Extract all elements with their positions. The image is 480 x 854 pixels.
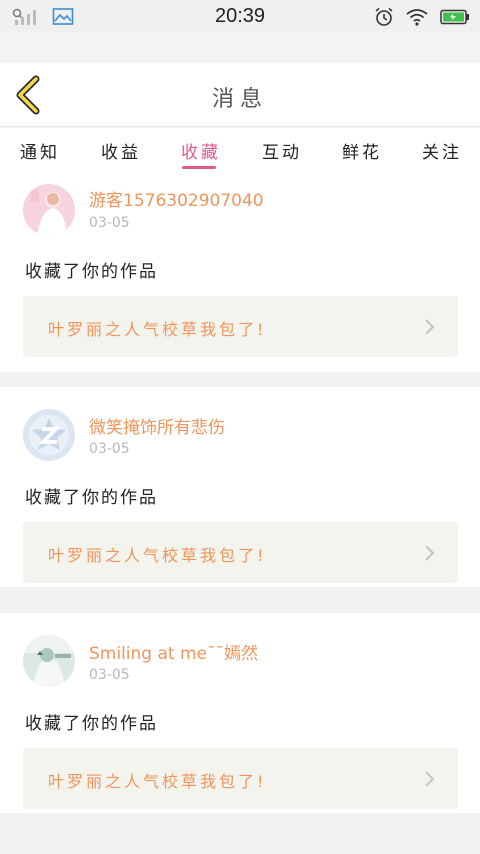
- tab-bar: 通知 收益 收藏 互动 鲜花 关注: [0, 128, 480, 172]
- tab-flowers[interactable]: 鲜花: [342, 138, 382, 163]
- work-title: 叶罗丽之人气校草我包了!: [48, 772, 267, 791]
- tab-earnings[interactable]: 收益: [101, 138, 141, 163]
- work-link[interactable]: 叶罗丽之人气校草我包了!: [23, 296, 458, 357]
- work-link[interactable]: 叶罗丽之人气校草我包了!: [23, 522, 458, 583]
- avatar[interactable]: [23, 184, 75, 236]
- action-text: 收藏了你的作品: [25, 262, 158, 282]
- message-date: 03-05: [89, 215, 130, 231]
- message-date: 03-05: [89, 441, 130, 457]
- work-title: 叶罗丽之人气校草我包了!: [48, 320, 267, 339]
- work-link[interactable]: 叶罗丽之人气校草我包了!: [23, 748, 458, 809]
- status-bar: 20:39: [0, 0, 480, 33]
- message-card: 微笑掩饰所有悲伤 03-05 收藏了你的作品 叶罗丽之人气校草我包了!: [0, 387, 480, 587]
- username[interactable]: Smiling at me¯¯嫣然: [89, 639, 258, 664]
- avatar[interactable]: [23, 409, 75, 461]
- avatar[interactable]: [23, 635, 75, 687]
- battery-icon: [440, 9, 470, 29]
- work-title: 叶罗丽之人气校草我包了!: [48, 546, 267, 565]
- wifi-icon: [406, 8, 428, 30]
- nav-header: 消息: [0, 63, 480, 127]
- page-title: 消息: [211, 87, 268, 112]
- active-tab-indicator: [182, 166, 216, 169]
- username[interactable]: 微笑掩饰所有悲伤: [89, 413, 225, 438]
- action-text: 收藏了你的作品: [25, 714, 158, 734]
- username[interactable]: 游客1576302907040: [89, 186, 264, 211]
- tab-favorites[interactable]: 收藏: [181, 138, 221, 163]
- message-card: Smiling at me¯¯嫣然 03-05 收藏了你的作品 叶罗丽之人气校草…: [0, 613, 480, 813]
- action-text: 收藏了你的作品: [25, 488, 158, 508]
- tab-following[interactable]: 关注: [422, 138, 462, 163]
- chevron-right-icon: [425, 771, 435, 787]
- message-card: 游客1576302907040 03-05 收藏了你的作品 叶罗丽之人气校草我包…: [0, 172, 480, 372]
- status-right: [374, 7, 470, 31]
- status-gap: [0, 33, 480, 63]
- tab-interactions[interactable]: 互动: [262, 138, 302, 163]
- tab-notifications[interactable]: 通知: [20, 138, 60, 163]
- alarm-icon: [374, 7, 394, 31]
- message-date: 03-05: [89, 667, 130, 683]
- chevron-right-icon: [425, 545, 435, 561]
- chevron-right-icon: [425, 319, 435, 335]
